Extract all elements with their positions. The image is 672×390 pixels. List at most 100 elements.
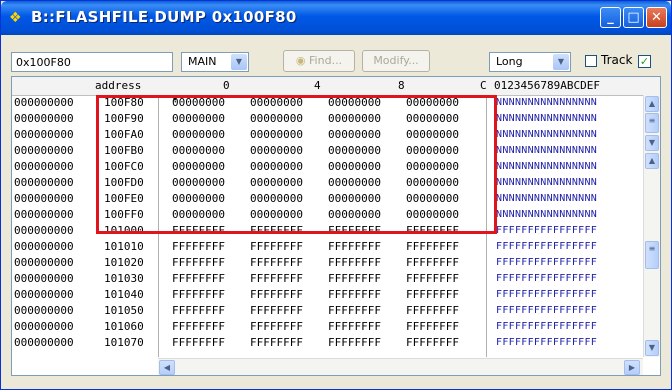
table-row[interactable]: 000000000 101000 FFFFFFFF FFFFFFFF FFFFFFFF F…: [12, 224, 660, 237]
hex-cell[interactable]: 00000000: [328, 176, 381, 189]
hex-cell[interactable]: FFFFFFFF: [250, 288, 303, 301]
hex-cell[interactable]: FFFFFFFF: [406, 224, 459, 237]
table-row[interactable]: 000000000 101020 FFFFFFFF FFFFFFFF FFFFFFFF F…: [12, 256, 660, 269]
scroll-down-icon[interactable]: ▼: [645, 340, 659, 356]
hex-cell[interactable]: FFFFFFFF: [250, 240, 303, 253]
table-row[interactable]: 000000000 100F80 00000000 00000000 00000000 0…: [12, 96, 660, 109]
table-row[interactable]: 000000000 101030 FFFFFFFF FFFFFFFF FFFFFFFF F…: [12, 272, 660, 285]
hex-cell[interactable]: FFFFFFFF: [406, 288, 459, 301]
table-row[interactable]: 000000000 101060 FFFFFFFF FFFFFFFF FFFFFFFF F…: [12, 320, 660, 333]
hex-cell[interactable]: FFFFFFFF: [328, 304, 381, 317]
scroll-up-icon[interactable]: ▲: [645, 96, 659, 112]
hex-cell[interactable]: 00000000: [328, 128, 381, 141]
hex-cell[interactable]: FFFFFFFF: [406, 256, 459, 269]
hex-cell[interactable]: FFFFFFFF: [328, 240, 381, 253]
hex-cell[interactable]: FFFFFFFF: [172, 256, 225, 269]
hex-cell[interactable]: FFFFFFFF: [328, 336, 381, 349]
table-row[interactable]: 000000000 100F90 00000000 00000000 00000000 0…: [12, 112, 660, 125]
scroll-down-small-icon[interactable]: ▼: [645, 135, 659, 151]
hex-cell[interactable]: 00000000: [406, 144, 459, 157]
hex-cell[interactable]: 00000000: [328, 208, 381, 221]
hex-cell[interactable]: FFFFFFFF: [406, 320, 459, 333]
table-row[interactable]: 000000000 101040 FFFFFFFF FFFFFFFF FFFFFFFF F…: [12, 288, 660, 301]
hex-cell[interactable]: 00000000: [250, 192, 303, 205]
hex-cell[interactable]: 00000000: [328, 144, 381, 157]
hex-cell[interactable]: FFFFFFFF: [172, 288, 225, 301]
maximize-button[interactable]: □: [623, 7, 644, 28]
scroll-up-small-icon[interactable]: ▲: [645, 153, 659, 169]
track-checkbox[interactable]: [585, 55, 597, 67]
scroll-thumb[interactable]: ≡: [645, 241, 659, 269]
find-button[interactable]: ◉ Find...: [283, 50, 355, 72]
scroll-left-icon[interactable]: ◀: [159, 360, 175, 375]
hex-cell[interactable]: FFFFFFFF: [172, 224, 225, 237]
close-button[interactable]: ✕: [646, 7, 667, 28]
hex-cell[interactable]: 00000000: [172, 112, 225, 125]
hex-cell[interactable]: FFFFFFFF: [406, 304, 459, 317]
hex-cell[interactable]: FFFFFFFF: [250, 272, 303, 285]
hex-cell[interactable]: 00000000: [406, 112, 459, 125]
hex-cell[interactable]: 00000000: [406, 176, 459, 189]
title-bar[interactable]: ❖ B::FLASHFILE.DUMP 0x100F80 _ □ ✕: [1, 1, 671, 35]
table-row[interactable]: 000000000 100FE0 00000000 00000000 00000000 0…: [12, 192, 660, 205]
hex-cell[interactable]: FFFFFFFF: [250, 320, 303, 333]
hex-cell[interactable]: 00000000: [406, 192, 459, 205]
table-row[interactable]: 000000000 101070 FFFFFFFF FFFFFFFF FFFFFFFF F…: [12, 336, 660, 349]
hex-cell[interactable]: 00000000: [250, 112, 303, 125]
memory-class-select[interactable]: MAIN ▼: [181, 52, 249, 72]
hex-cell[interactable]: FFFFFFFF: [172, 240, 225, 253]
table-row[interactable]: 000000000 101010 FFFFFFFF FFFFFFFF FFFFFFFF F…: [12, 240, 660, 253]
hex-cell[interactable]: FFFFFFFF: [406, 272, 459, 285]
hex-cell[interactable]: 00000000: [172, 208, 225, 221]
hex-cell[interactable]: FFFFFFFF: [250, 256, 303, 269]
table-row[interactable]: 000000000 100FC0 00000000 00000000 00000000 0…: [12, 160, 660, 173]
hex-cell[interactable]: 00000000: [172, 176, 225, 189]
hex-cell[interactable]: 00000000: [406, 160, 459, 173]
hex-cell[interactable]: 00000000: [172, 144, 225, 157]
hex-cell[interactable]: 00000000: [250, 208, 303, 221]
hex-cell[interactable]: 00000000: [172, 128, 225, 141]
hex-cell[interactable]: 00000000: [406, 96, 459, 109]
modify-button[interactable]: Modify...: [362, 50, 430, 72]
table-row[interactable]: 000000000 100FA0 00000000 00000000 00000000 0…: [12, 128, 660, 141]
hex-cell[interactable]: 00000000: [328, 96, 381, 109]
hex-cell[interactable]: FFFFFFFF: [250, 304, 303, 317]
hex-cell[interactable]: 00000000: [328, 112, 381, 125]
hex-cell[interactable]: 00000000: [250, 160, 303, 173]
hex-cell[interactable]: 00000000: [250, 176, 303, 189]
minimize-button[interactable]: _: [600, 7, 621, 28]
hex-cell[interactable]: FFFFFFFF: [406, 240, 459, 253]
hex-cell[interactable]: 00000000: [172, 96, 225, 109]
horizontal-scrollbar[interactable]: ◀ ▶: [158, 358, 643, 375]
hex-cell[interactable]: FFFFFFFF: [328, 272, 381, 285]
hex-cell[interactable]: FFFFFFFF: [328, 256, 381, 269]
address-input[interactable]: 0x100F80: [11, 52, 173, 72]
table-row[interactable]: 000000000 100FF0 00000000 00000000 00000000 0…: [12, 208, 660, 221]
hex-cell[interactable]: FFFFFFFF: [172, 272, 225, 285]
hex-cell[interactable]: FFFFFFFF: [250, 336, 303, 349]
hex-cell[interactable]: FFFFFFFF: [172, 320, 225, 333]
scroll-page-up-icon[interactable]: ≡: [645, 113, 659, 133]
hex-cell[interactable]: 00000000: [250, 96, 303, 109]
width-select[interactable]: Long ▼: [489, 52, 571, 72]
hex-cell[interactable]: FFFFFFFF: [250, 224, 303, 237]
hex-cell[interactable]: FFFFFFFF: [328, 224, 381, 237]
hex-cell[interactable]: FFFFFFFF: [328, 320, 381, 333]
hex-cell[interactable]: 00000000: [406, 128, 459, 141]
hex-cell[interactable]: 00000000: [172, 160, 225, 173]
table-row[interactable]: 000000000 100FB0 00000000 00000000 00000000 0…: [12, 144, 660, 157]
hex-cell[interactable]: 00000000: [328, 192, 381, 205]
hex-cell[interactable]: FFFFFFFF: [172, 336, 225, 349]
memory-dump-view[interactable]: address 0 4 8 C 0123456789ABCDEF 0000000…: [11, 76, 661, 376]
hex-cell[interactable]: FFFFFFFF: [406, 336, 459, 349]
track-checked-box[interactable]: ✓: [638, 55, 651, 68]
vertical-scrollbar[interactable]: ▲ ≡ ▼ ▲ ≡ ▼: [643, 95, 660, 357]
scroll-right-icon[interactable]: ▶: [624, 360, 640, 375]
table-row[interactable]: 000000000 101050 FFFFFFFF FFFFFFFF FFFFFFFF F…: [12, 304, 660, 317]
hex-cell[interactable]: 00000000: [250, 128, 303, 141]
hex-cell[interactable]: 00000000: [328, 160, 381, 173]
hex-cell[interactable]: FFFFFFFF: [172, 304, 225, 317]
hex-cell[interactable]: 00000000: [172, 192, 225, 205]
table-row[interactable]: 000000000 100FD0 00000000 00000000 00000000 0…: [12, 176, 660, 189]
hex-cell[interactable]: FFFFFFFF: [328, 288, 381, 301]
